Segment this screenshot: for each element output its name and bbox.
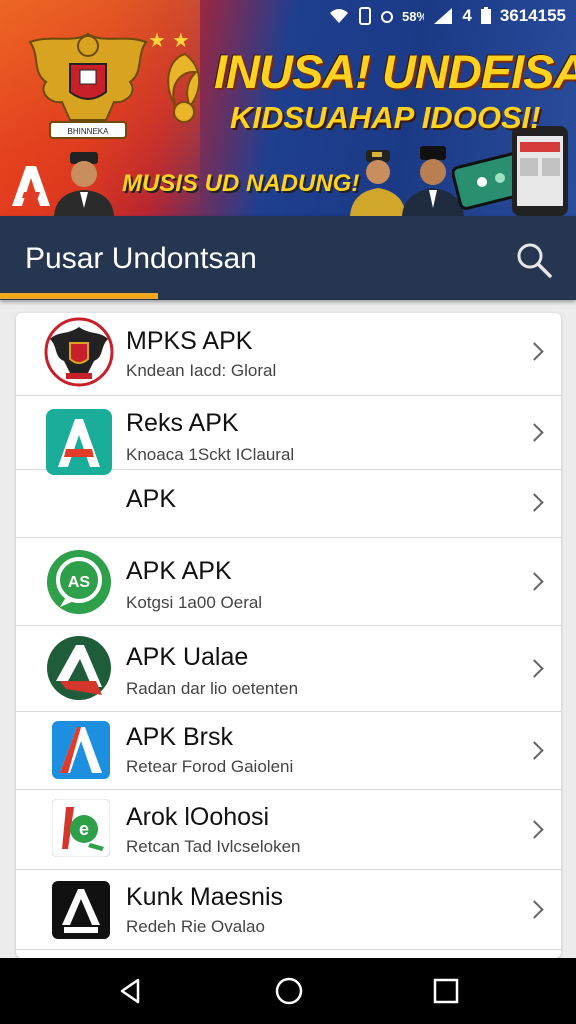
app-title: APK: [126, 485, 177, 513]
officer-figure-icon: [54, 152, 114, 216]
app-title: APK APK: [126, 557, 232, 585]
app-title: Kunk Maesnis: [126, 883, 284, 911]
app-bar: Pusar Undontsan: [0, 216, 576, 300]
list-item[interactable]: e Arok lOohosi Retcan Tad Ivlcseloken: [16, 789, 561, 870]
status-bar: 58% 4 3614155: [328, 4, 566, 28]
vibrate-icon: [359, 7, 372, 25]
tab-indicator: [0, 293, 158, 299]
signal-label: 4: [462, 6, 472, 25]
list-item[interactable]: APK Ualae Radan dar lio oetenten: [16, 625, 561, 712]
chevron-right-icon: [525, 342, 544, 361]
promo-banner[interactable]: 58% 4 3614155 BHINNEKA ★★ INUSA! UNDEISA…: [0, 0, 576, 216]
garuda-emblem-icon: [44, 317, 114, 387]
list-item[interactable]: MPKS APK Kndean Iacd: Gloral: [16, 313, 561, 396]
chevron-right-icon: [525, 493, 544, 512]
chevron-right-icon: [525, 820, 544, 839]
alarm-icon: [381, 11, 394, 23]
green-e-icon: e: [52, 799, 110, 857]
search-icon[interactable]: [514, 240, 554, 280]
app-title: Arok lOohosi: [126, 803, 270, 831]
smartphone-icon: [512, 126, 568, 216]
list-item[interactable]: Kunk Maesnis Redeh Rie Ovalao: [16, 869, 561, 950]
app-subtitle: Kndean Iacd: Gloral: [126, 361, 277, 380]
app-title: APK Ualae: [126, 643, 249, 671]
chevron-right-icon: [525, 659, 544, 678]
golden-wings-icon: [167, 52, 201, 123]
chevron-right-icon: [525, 741, 544, 760]
app-title: Reks APK: [126, 409, 239, 437]
system-nav-bar: [0, 958, 576, 1024]
list-item[interactable]: APK Brsk Retear Forod Gaioleni: [16, 711, 561, 790]
svg-text:58%: 58%: [402, 9, 424, 24]
green-red-a-icon: [47, 636, 111, 700]
app-subtitle: Radan dar lio oetenten: [126, 679, 299, 698]
app-title: MPKS APK: [126, 327, 253, 355]
blue-a-icon: [52, 721, 110, 779]
list-item[interactable]: APK: [16, 469, 561, 538]
status-time: 3614155: [499, 6, 566, 25]
data-icon: 58%: [402, 9, 424, 24]
black-a-icon: [52, 881, 110, 939]
banner-title: INUSA! UNDEISAN: [214, 45, 576, 98]
app-subtitle: Kotgsi 1a00 Oeral: [126, 593, 263, 612]
app-list: MPKS APK Kndean Iacd: Gloral Reks APK Kn…: [16, 313, 561, 958]
svg-text:AS: AS: [68, 574, 91, 591]
svg-text:e: e: [79, 819, 89, 839]
page-title: Pusar Undontsan: [25, 242, 257, 275]
list-item[interactable]: Reks APK Knoaca 1Sckt IClaural: [16, 395, 561, 475]
recents-icon[interactable]: [432, 977, 460, 1005]
wifi-icon: [330, 9, 349, 23]
chevron-right-icon: [525, 423, 544, 442]
garuda-emblem-icon: BHINNEKA: [28, 32, 148, 139]
app-a-logo-icon: [12, 166, 50, 206]
back-icon[interactable]: [116, 976, 146, 1006]
signal-icon: [434, 8, 453, 24]
teal-a-icon: [46, 409, 112, 475]
app-subtitle: Retear Forod Gaioleni: [126, 757, 294, 776]
app-subtitle: Redeh Rie Ovalao: [126, 917, 265, 936]
chevron-right-icon: [525, 572, 544, 591]
app-title: APK Brsk: [126, 723, 233, 751]
home-icon[interactable]: [274, 976, 304, 1006]
chevron-right-icon: [525, 900, 544, 919]
emblem-motto: BHINNEKA: [68, 127, 110, 136]
list-item[interactable]: AS APK APK Kotgsi 1a00 Oeral: [16, 537, 561, 626]
app-subtitle: Knoaca 1Sckt IClaural: [126, 445, 295, 464]
banner-slogan: MUSIS UD NADUNG!: [122, 170, 360, 197]
banner-subtitle: KIDSUAHAP IDOOSI!: [230, 100, 541, 135]
app-subtitle: Retcan Tad Ivlcseloken: [126, 837, 301, 856]
green-chat-icon: AS: [47, 550, 111, 614]
battery-icon: [480, 7, 491, 24]
